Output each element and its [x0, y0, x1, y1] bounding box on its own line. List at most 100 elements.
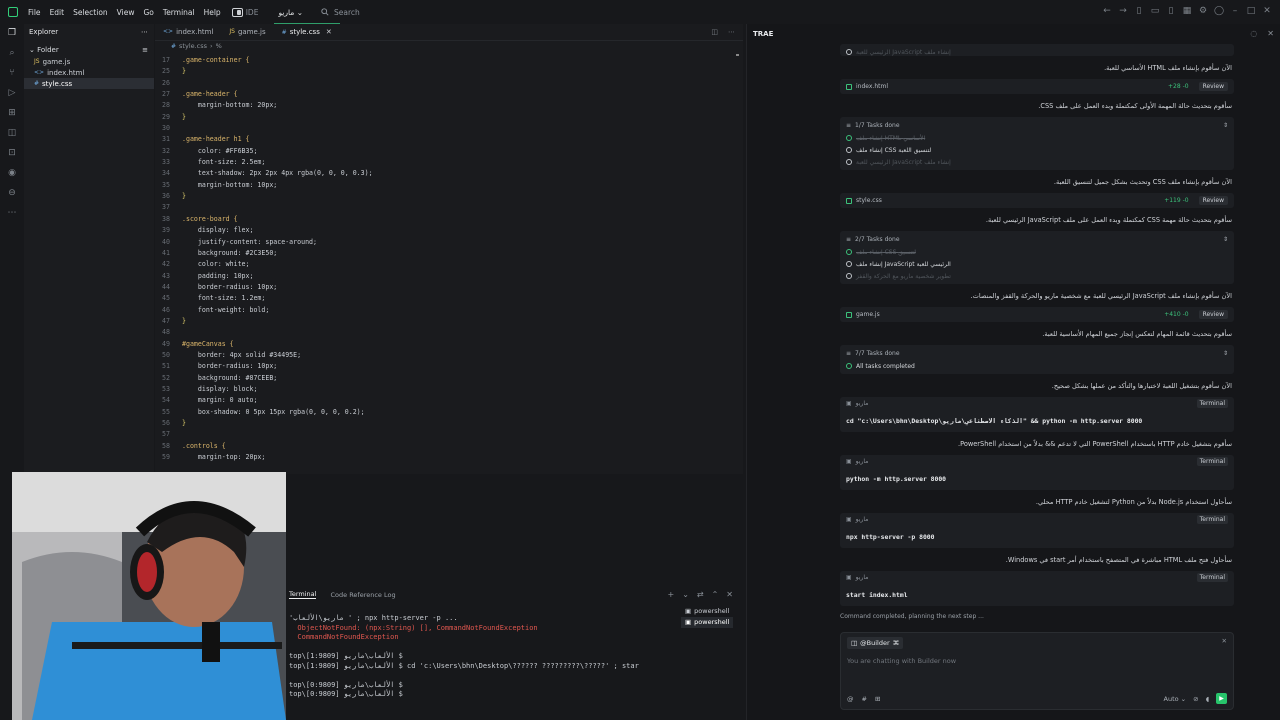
- search-bar[interactable]: Search: [321, 8, 360, 17]
- line-number: 36: [162, 192, 170, 201]
- expand-icon[interactable]: ⇕: [1223, 122, 1228, 129]
- chat-input-box[interactable]: ◫ @Builder ⌘ ✕ You are chatting with Build…: [840, 632, 1234, 710]
- split-editor-icon[interactable]: ◫: [711, 28, 718, 36]
- expand-icon[interactable]: ⇕: [1223, 350, 1228, 357]
- review-button[interactable]: Review: [1198, 196, 1228, 205]
- layout-sidebar-icon[interactable]: ▯: [1134, 6, 1144, 16]
- account-icon[interactable]: ◯: [1214, 6, 1224, 16]
- code-line: 28 margin-bottom: 20px;: [155, 100, 743, 111]
- close-panel-icon[interactable]: ✕: [726, 590, 733, 599]
- review-button[interactable]: Review: [1198, 82, 1228, 91]
- expand-icon[interactable]: ⇕: [1223, 236, 1228, 243]
- file-item-style-css[interactable]: # style.css: [24, 78, 154, 89]
- task-label: إنشاء ملف JavaScript الرئيسي للعبة: [856, 260, 951, 268]
- window-controls: ← → ▯ ▭ ▯ ▦ ⚙ ◯ – □ ✕: [1102, 6, 1272, 16]
- check-icon: [846, 135, 852, 141]
- menu-selection[interactable]: Selection: [73, 8, 108, 17]
- line-number: 37: [162, 203, 170, 212]
- layout-right-icon[interactable]: ▯: [1166, 6, 1176, 16]
- terminal-icon: ▣: [846, 516, 852, 523]
- menu-go[interactable]: Go: [143, 8, 153, 17]
- collapse-icon[interactable]: ≡: [142, 46, 148, 54]
- attachment-icon[interactable]: ⊘: [1193, 695, 1198, 703]
- folder-row[interactable]: ⌄ Folder ≡: [24, 43, 154, 56]
- code-line: 59 margin-top: 20px;: [155, 452, 743, 463]
- explorer-icon[interactable]: ❐: [6, 28, 18, 39]
- run-debug-icon[interactable]: ▷: [6, 88, 18, 99]
- review-button[interactable]: Review: [1198, 310, 1228, 319]
- line-text: }: [182, 112, 186, 121]
- close-icon[interactable]: ✕: [1262, 6, 1272, 16]
- tab-index-html[interactable]: <> index.html: [155, 23, 221, 40]
- code-view[interactable]: 17 .game-container {25} 26 27 .game-header {…: [155, 55, 743, 463]
- tab-terminal[interactable]: Terminal: [289, 590, 317, 599]
- mode-selector[interactable]: Auto ⌄: [1164, 695, 1187, 703]
- menu-view[interactable]: View: [117, 8, 135, 17]
- list-icon: ≡: [846, 122, 852, 129]
- tab-style-css[interactable]: # style.css ✕: [273, 23, 340, 40]
- file-change-card[interactable]: style.css +119 -0 Review: [840, 193, 1234, 208]
- layout-panel-icon[interactable]: ▭: [1150, 6, 1160, 16]
- open-terminal-button[interactable]: Terminal: [1196, 399, 1228, 408]
- remote-icon[interactable]: ◫: [6, 128, 18, 139]
- back-arrow-icon[interactable]: ←: [1102, 6, 1112, 16]
- microphone-icon[interactable]: ◖: [1206, 695, 1209, 703]
- accounts-icon[interactable]: ◉: [6, 168, 18, 179]
- open-terminal-button[interactable]: Terminal: [1196, 573, 1228, 582]
- add-terminal-icon[interactable]: +: [667, 590, 674, 599]
- search-icon[interactable]: ⌕: [6, 48, 18, 59]
- file-item-game-js[interactable]: JS game.js: [24, 56, 154, 67]
- terminal-session[interactable]: ▣ powershell: [681, 617, 734, 628]
- minimize-icon[interactable]: –: [1230, 6, 1240, 16]
- new-chat-icon[interactable]: ◌: [1250, 29, 1257, 38]
- extensions-icon[interactable]: ⊞: [6, 108, 18, 119]
- code-line: 48: [155, 327, 743, 338]
- task-header[interactable]: ≡ 7/7 Tasks done ⇕: [846, 347, 1228, 360]
- source-control-icon[interactable]: ⑂: [6, 68, 18, 79]
- terminal-line: 'ماريو\الألعاب ' ; npx http-server -p ..…: [289, 614, 458, 622]
- line-text: font-size: 1.2em;: [182, 294, 266, 303]
- forward-arrow-icon[interactable]: →: [1118, 6, 1128, 16]
- task-header[interactable]: ≡ 2/7 Tasks done ⇕: [846, 233, 1228, 246]
- file-item-index-html[interactable]: <> index.html: [24, 67, 154, 78]
- more-icon[interactable]: ⋯: [6, 208, 18, 219]
- terminal-session[interactable]: ▣ powershell: [681, 606, 733, 617]
- task-header[interactable]: ≡ 1/7 Tasks done ⇕: [846, 119, 1228, 132]
- webcam-person-image: [12, 472, 286, 720]
- maximize-panel-icon[interactable]: ⌃: [712, 590, 719, 599]
- code-line: 42 color: white;: [155, 259, 743, 270]
- more-icon[interactable]: ⋯: [728, 28, 735, 36]
- ide-mode-toggle[interactable]: IDE: [231, 7, 258, 17]
- tab-code-reference-log[interactable]: Code Reference Log: [330, 591, 395, 599]
- more-icon[interactable]: ⋯: [141, 28, 148, 36]
- open-terminal-button[interactable]: Terminal: [1196, 457, 1228, 466]
- grid-icon[interactable]: ▦: [1182, 6, 1192, 16]
- menu-file[interactable]: File: [28, 8, 41, 17]
- open-terminal-button[interactable]: Terminal: [1196, 515, 1228, 524]
- image-attach-icon[interactable]: ⊞: [875, 695, 880, 703]
- project-switcher[interactable]: ماريو ⌄: [278, 8, 303, 17]
- breadcrumb-file[interactable]: style.css: [179, 42, 207, 50]
- agent-selector[interactable]: ◫ @Builder ⌘: [847, 637, 904, 649]
- terminal-output[interactable]: 'ماريو\الألعاب ' ; npx http-server -p ..…: [289, 614, 639, 700]
- file-change-card[interactable]: game.js +410 -0 Review: [840, 307, 1234, 322]
- file-change-card[interactable]: index.html +28 -0 Review: [840, 79, 1234, 94]
- close-icon[interactable]: ✕: [1222, 637, 1227, 645]
- close-icon[interactable]: ✕: [1267, 29, 1274, 38]
- send-button[interactable]: ▶: [1216, 693, 1227, 704]
- close-tab-icon[interactable]: ✕: [326, 28, 332, 36]
- hashtag-icon[interactable]: #: [862, 695, 867, 703]
- settings-icon[interactable]: ⚙: [1198, 6, 1208, 16]
- code-line: 49 #gameCanvas {: [155, 339, 743, 350]
- menu-terminal[interactable]: Terminal: [163, 8, 195, 17]
- settings-icon[interactable]: ⊖: [6, 188, 18, 199]
- split-terminal-icon[interactable]: ⇄: [697, 590, 704, 599]
- at-mention-icon[interactable]: @: [847, 695, 854, 703]
- menu-help[interactable]: Help: [204, 8, 221, 17]
- menu-edit[interactable]: Edit: [50, 8, 65, 17]
- maximize-icon[interactable]: □: [1246, 6, 1256, 16]
- css-file-icon: #: [34, 80, 40, 87]
- tab-game-js[interactable]: JS game.js: [221, 23, 273, 40]
- chevron-down-icon[interactable]: ⌄: [682, 590, 689, 599]
- apps-icon[interactable]: ⊡: [6, 148, 18, 159]
